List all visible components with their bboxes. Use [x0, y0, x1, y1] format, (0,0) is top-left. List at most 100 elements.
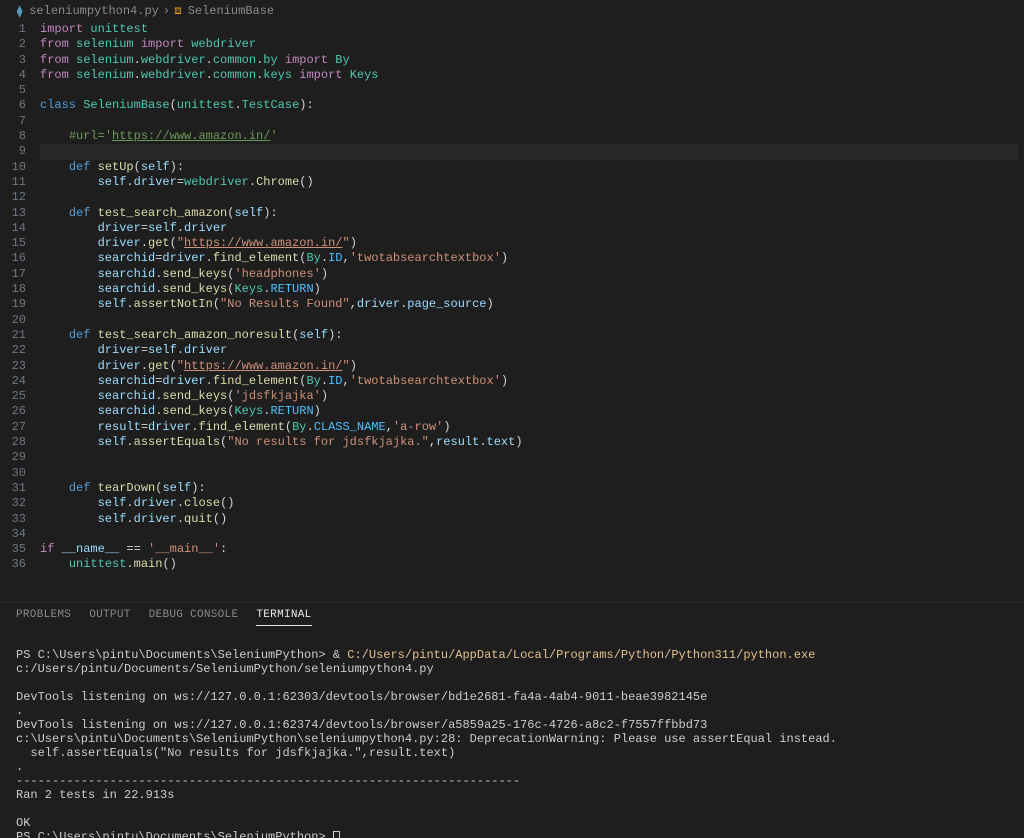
code-line[interactable] [40, 190, 1024, 205]
line-number: 33 [0, 512, 26, 527]
python-file-icon: ⧫ [16, 4, 23, 19]
panel-tab-terminal[interactable]: TERMINAL [256, 609, 311, 626]
panel-tab-output[interactable]: OUTPUT [89, 609, 130, 626]
code-line[interactable]: searchid.send_keys('headphones') [40, 267, 1024, 282]
line-number: 29 [0, 450, 26, 465]
code-line[interactable] [40, 450, 1024, 465]
line-number: 28 [0, 435, 26, 450]
line-number: 10 [0, 160, 26, 175]
code-line[interactable]: driver.get("https://www.amazon.in/") [40, 359, 1024, 374]
code-line[interactable]: def setUp(self): [40, 160, 1024, 175]
line-number: 36 [0, 557, 26, 572]
line-number: 26 [0, 404, 26, 419]
code-line[interactable]: self.driver=webdriver.Chrome() [40, 175, 1024, 190]
code-line[interactable]: searchid=driver.find_element(By.ID,'twot… [40, 251, 1024, 266]
code-line[interactable]: searchid.send_keys('jdsfkjajka') [40, 389, 1024, 404]
breadcrumb-file[interactable]: seleniumpython4.py [29, 4, 159, 18]
line-number: 18 [0, 282, 26, 297]
code-line[interactable]: self.driver.quit() [40, 512, 1024, 527]
code-line[interactable] [40, 114, 1024, 129]
class-icon: ⧈ [174, 4, 182, 18]
line-number: 14 [0, 221, 26, 236]
line-number: 3 [0, 53, 26, 68]
code-line[interactable]: driver=self.driver [40, 343, 1024, 358]
line-number: 7 [0, 114, 26, 129]
code-area[interactable]: import unittestfrom selenium import webd… [40, 22, 1024, 602]
line-number: 35 [0, 542, 26, 557]
line-number: 6 [0, 98, 26, 113]
code-line[interactable]: unittest.main() [40, 557, 1024, 572]
terminal-prompt: PS C:\Users\pintu\Documents\SeleniumPyth… [16, 830, 333, 838]
code-line[interactable]: searchid.send_keys(Keys.RETURN) [40, 404, 1024, 419]
code-line[interactable]: class SeleniumBase(unittest.TestCase): [40, 98, 1024, 113]
code-line[interactable]: from selenium.webdriver.common.keys impo… [40, 68, 1024, 83]
code-line[interactable]: if __name__ == '__main__': [40, 542, 1024, 557]
code-line[interactable]: result=driver.find_element(By.CLASS_NAME… [40, 420, 1024, 435]
code-line[interactable]: self.driver.close() [40, 496, 1024, 511]
line-number: 20 [0, 313, 26, 328]
terminal-line: Ran 2 tests in 22.913s [16, 788, 174, 802]
line-number: 24 [0, 374, 26, 389]
code-line[interactable]: self.assertEquals("No results for jdsfkj… [40, 435, 1024, 450]
code-line[interactable]: self.assertNotIn("No Results Found",driv… [40, 297, 1024, 312]
code-line[interactable]: #url='https://www.amazon.in/' [40, 129, 1024, 144]
breadcrumb: ⧫ seleniumpython4.py › ⧈ SeleniumBase [0, 0, 1024, 22]
line-number: 34 [0, 527, 26, 542]
line-number: 27 [0, 420, 26, 435]
terminal-line: DevTools listening on ws://127.0.0.1:623… [16, 718, 707, 732]
line-number-gutter: 1234567891011121314151617181920212223242… [0, 22, 40, 602]
line-number: 4 [0, 68, 26, 83]
panel-tabs: PROBLEMS OUTPUT DEBUG CONSOLE TERMINAL [0, 603, 1024, 632]
code-line[interactable]: def test_search_amazon(self): [40, 206, 1024, 221]
line-number: 17 [0, 267, 26, 282]
line-number: 1 [0, 22, 26, 37]
code-line[interactable] [40, 527, 1024, 542]
line-number: 8 [0, 129, 26, 144]
terminal-cursor[interactable] [333, 831, 340, 838]
line-number: 31 [0, 481, 26, 496]
line-number: 13 [0, 206, 26, 221]
line-number: 16 [0, 251, 26, 266]
code-line[interactable]: searchid=driver.find_element(By.ID,'twot… [40, 374, 1024, 389]
line-number: 25 [0, 389, 26, 404]
line-number: 2 [0, 37, 26, 52]
line-number: 32 [0, 496, 26, 511]
terminal-line: . [16, 760, 23, 774]
code-line[interactable]: driver=self.driver [40, 221, 1024, 236]
code-line[interactable] [40, 83, 1024, 98]
line-number: 23 [0, 359, 26, 374]
terminal-line: DevTools listening on ws://127.0.0.1:623… [16, 690, 707, 704]
code-line[interactable]: def tearDown(self): [40, 481, 1024, 496]
code-line[interactable]: def test_search_amazon_noresult(self): [40, 328, 1024, 343]
line-number: 5 [0, 83, 26, 98]
terminal-line: self.assertEquals("No results for jdsfkj… [16, 746, 455, 760]
terminal-prompt: PS C:\Users\pintu\Documents\SeleniumPyth… [16, 648, 333, 662]
terminal-output[interactable]: PS C:\Users\pintu\Documents\SeleniumPyth… [0, 632, 1024, 838]
breadcrumb-class[interactable]: SeleniumBase [188, 4, 274, 18]
code-line[interactable]: from selenium import webdriver [40, 37, 1024, 52]
terminal-amp: & [333, 648, 347, 662]
terminal-line: c:\Users\pintu\Documents\SeleniumPython\… [16, 732, 837, 746]
terminal-line: . [16, 704, 23, 718]
panel-tab-problems[interactable]: PROBLEMS [16, 609, 71, 626]
terminal-line: OK [16, 816, 30, 830]
line-number: 9 [0, 144, 26, 159]
code-line[interactable]: searchid.send_keys(Keys.RETURN) [40, 282, 1024, 297]
code-line[interactable]: import unittest [40, 22, 1024, 37]
terminal-line: ----------------------------------------… [16, 774, 520, 788]
panel-tab-debug-console[interactable]: DEBUG CONSOLE [149, 609, 239, 626]
line-number: 12 [0, 190, 26, 205]
code-line[interactable] [40, 313, 1024, 328]
code-line[interactable]: from selenium.webdriver.common.by import… [40, 53, 1024, 68]
code-line[interactable] [40, 466, 1024, 481]
code-editor[interactable]: 1234567891011121314151617181920212223242… [0, 22, 1024, 602]
line-number: 30 [0, 466, 26, 481]
terminal-command: C:/Users/pintu/AppData/Local/Programs/Py… [347, 648, 815, 662]
line-number: 15 [0, 236, 26, 251]
code-line[interactable] [40, 144, 1018, 159]
code-line[interactable]: driver.get("https://www.amazon.in/") [40, 236, 1024, 251]
line-number: 21 [0, 328, 26, 343]
chevron-right-icon: › [163, 4, 170, 18]
line-number: 22 [0, 343, 26, 358]
line-number: 19 [0, 297, 26, 312]
